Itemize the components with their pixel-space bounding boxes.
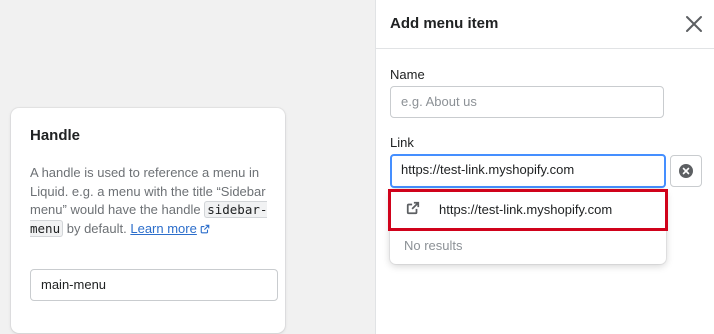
handle-card: Handle A handle is used to reference a m… xyxy=(11,108,285,333)
link-suggestion-text: https://test-link.myshopify.com xyxy=(439,201,613,217)
name-label: Name xyxy=(390,67,425,82)
learn-more-link[interactable]: Learn more xyxy=(130,221,210,236)
sheet-header: Add menu item xyxy=(376,0,714,49)
clear-link-button[interactable] xyxy=(670,155,702,187)
handle-input[interactable]: main-menu xyxy=(30,269,278,301)
link-suggestion-item[interactable]: https://test-link.myshopify.com xyxy=(390,189,666,229)
external-link-icon xyxy=(406,201,422,217)
no-results-text: No results xyxy=(404,238,463,253)
name-placeholder: e.g. About us xyxy=(401,94,477,109)
close-button[interactable] xyxy=(682,12,706,36)
link-input[interactable]: https://test-link.myshopify.com xyxy=(390,154,666,188)
sheet-title: Add menu item xyxy=(390,15,499,32)
link-input-value: https://test-link.myshopify.com xyxy=(401,162,575,177)
link-suggestions-dropdown: https://test-link.myshopify.com No resul… xyxy=(390,189,666,264)
clear-icon xyxy=(679,164,693,178)
external-link-icon xyxy=(200,224,210,233)
handle-card-title: Handle xyxy=(30,127,81,144)
link-label: Link xyxy=(390,135,414,150)
handle-description: A handle is used to reference a menu in … xyxy=(30,164,270,238)
name-input[interactable]: e.g. About us xyxy=(390,86,664,118)
close-icon xyxy=(686,16,702,32)
add-menu-item-sheet: Add menu item Name e.g. About us Link ht… xyxy=(375,0,714,334)
handle-description-suffix: by default. xyxy=(66,220,127,236)
